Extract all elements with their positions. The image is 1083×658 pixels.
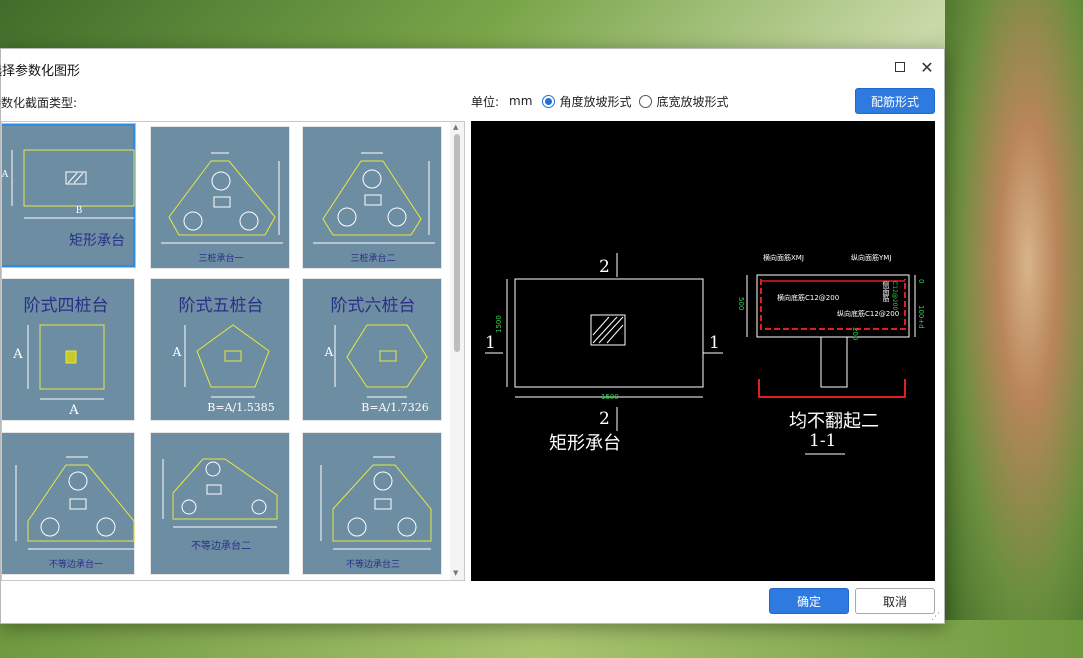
unequal-1-drawing (15, 456, 135, 550)
section-dim-height: 500 (737, 297, 745, 311)
unit-and-slope-row: 单位: mm 角度放坡形式 底宽放坡形式 (471, 92, 728, 110)
plan-mark-top: 2 (599, 257, 610, 277)
thumb-step-six-pile-label: 阶式六桩台 (330, 296, 416, 316)
thumb-rect-cap[interactable]: A B 矩形承台 (1, 123, 136, 268)
thumb-three-pile-2-label: 三桩承台二 (350, 254, 396, 264)
slope-width-label[interactable]: 底宽放坡形式 (656, 93, 728, 110)
wallpaper-fur (945, 0, 1083, 658)
close-icon: ✕ (920, 57, 934, 77)
section-dim-embed: 200 (851, 327, 859, 341)
plan-dim-height: 1500 (495, 315, 503, 333)
thumb-step-six-pile[interactable]: 阶式六桩台 A B=A/1.7326 (302, 278, 442, 421)
section-dim-top: 0 (917, 279, 925, 284)
unequal-2-drawing (162, 458, 278, 528)
plan-dim-width: 1500 (601, 393, 619, 401)
section-id: 1-1 (809, 431, 837, 451)
thumb-step-four-dim-a: A (13, 347, 23, 362)
thumb-unequal-3-label: 不等边承台三 (345, 560, 400, 570)
maximize-icon (895, 62, 905, 72)
scroll-down-icon[interactable]: ▼ (453, 569, 458, 577)
titlebar: 选择参数化图形 ✕ (0, 49, 944, 85)
maximize-button[interactable] (887, 55, 913, 79)
unit-label: 单位: (471, 94, 500, 109)
ok-button[interactable]: 确定 (769, 588, 849, 614)
cancel-button[interactable]: 取消 (855, 588, 935, 614)
rebar-bottom-x: 横向底筋C12@200 (777, 294, 840, 302)
thumb-step-six-dim-b: B=A/1.7326 (361, 401, 429, 414)
thumb-unequal-3[interactable]: 不等边承台三 (302, 432, 442, 575)
thumb-rect-dim-a: A (1, 170, 9, 180)
three-pile-2-drawing (313, 152, 435, 244)
slope-angle-label[interactable]: 角度放坡形式 (559, 93, 631, 110)
dialog-title: 选择参数化图形 (0, 64, 81, 79)
slope-width-radio[interactable] (639, 94, 653, 108)
plan-mark-right: 1 (709, 333, 720, 353)
section-dim-cover: 100+d (917, 305, 925, 329)
scroll-up-icon[interactable]: ▲ (453, 123, 458, 131)
thumb-unequal-2[interactable]: 不等边承台二 (150, 432, 290, 575)
thumb-step-five-dim-a: A (172, 345, 182, 359)
thumb-three-pile-2[interactable]: 三桩承台二 (302, 126, 442, 269)
rebar-top-y: 纵向面筋YMJ (851, 254, 892, 262)
rebar-side-spec: C12@200 (891, 281, 898, 311)
section-type-label: 参数化截面类型: (0, 96, 78, 110)
thumb-unequal-1-label: 不等边承台一 (48, 560, 103, 570)
thumb-unequal-1[interactable]: 不等边承台一 (2, 432, 135, 575)
shape-gallery: A B 矩形承台 三桩承台一 三桩承台二 阶式四桩台 A A 阶式五桩台 A B… (1, 121, 465, 581)
rebar-side: 侧面筋 (882, 281, 890, 302)
plan-mark-bottom: 2 (599, 409, 610, 429)
scroll-thumb[interactable] (454, 134, 460, 352)
unequal-3-drawing (320, 456, 432, 550)
wallpaper-grass (0, 620, 1083, 658)
plan-mark-left: 1 (485, 333, 496, 353)
rebar-form-button[interactable]: 配筋形式 (855, 88, 935, 114)
thumb-step-four-dim-a2: A (69, 403, 79, 418)
plan-title: 矩形承台 (549, 433, 621, 454)
thumb-step-five-dim-b: B=A/1.5385 (207, 401, 275, 414)
parametric-shape-dialog: 选择参数化图形 ✕ 参数化截面类型: 单位: mm 角度放坡形式 底宽放坡形式 … (0, 48, 945, 624)
thumb-rect-dim-b: B (75, 206, 83, 216)
thumb-step-four-pile-label: 阶式四桩台 (23, 296, 109, 316)
resize-grip-icon[interactable]: ⋰ (931, 612, 940, 622)
three-pile-1-drawing (161, 152, 283, 244)
thumb-three-pile-1[interactable]: 三桩承台一 (150, 126, 290, 269)
gallery-scrollbar[interactable]: ▲ ▼ (450, 122, 464, 580)
thumb-three-pile-1-label: 三桩承台一 (198, 254, 244, 264)
thumb-rect-label: 矩形承台 (69, 233, 125, 249)
thumb-step-five-pile-label: 阶式五桩台 (178, 296, 264, 316)
slope-angle-radio[interactable] (542, 94, 556, 108)
thumb-step-six-dim-a: A (324, 345, 334, 359)
thumb-unequal-2-label: 不等边承台二 (191, 541, 251, 552)
preview-drawing (485, 253, 916, 455)
rebar-top-x: 横向面筋XMJ (763, 254, 804, 262)
close-button[interactable]: ✕ (914, 55, 940, 79)
section-title: 均不翻起二 (789, 411, 879, 432)
shape-preview: 2 2 1 1 1500 1500 矩形承台 横向面筋XMJ 纵向面筋YMJ 横… (471, 121, 935, 581)
unit-value: mm (509, 94, 533, 108)
rebar-bottom-y: 纵向底筋C12@200 (837, 310, 900, 318)
